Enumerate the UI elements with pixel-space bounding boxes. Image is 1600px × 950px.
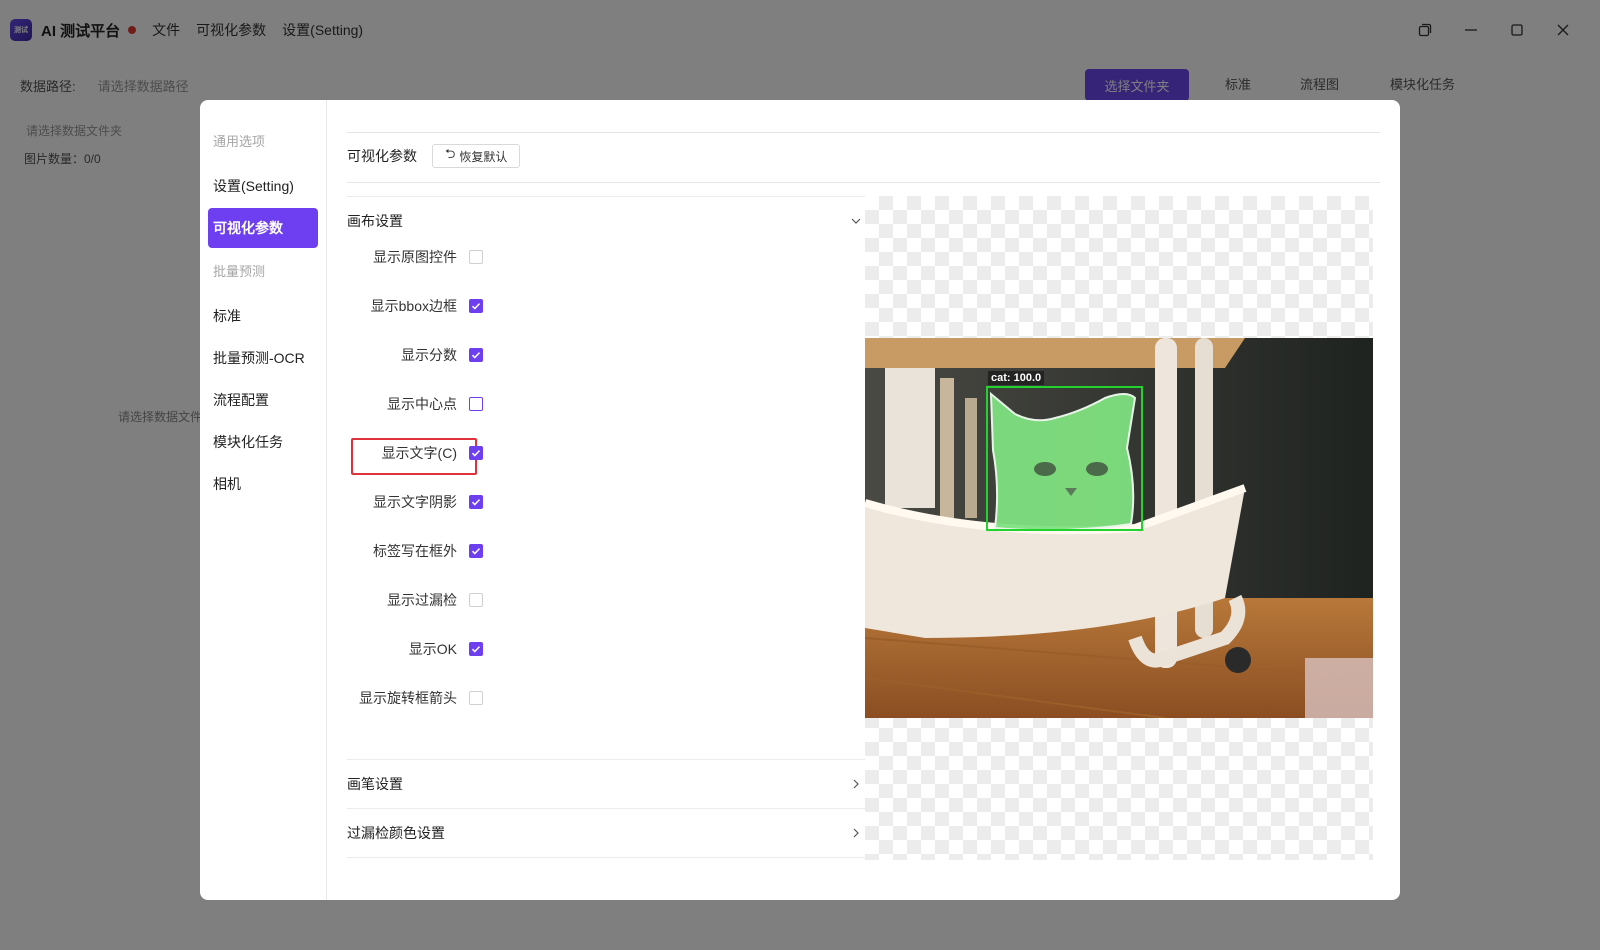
settings-content: 可视化参数 ⮌ 恢复默认 画布设置 显示原图控件 显示bbox边框 显示分数 显… xyxy=(327,100,1400,900)
visual-params-header: 可视化参数 ⮌ 恢复默认 xyxy=(347,144,521,168)
sidebar-item-standard[interactable]: 标准 xyxy=(208,296,318,336)
option-label: 显示分数 xyxy=(401,347,457,363)
option-row-show-ok: 显示OK xyxy=(347,637,483,661)
check-icon xyxy=(471,499,481,506)
checkbox-show-ok[interactable] xyxy=(469,642,483,656)
sidebar-group-batch: 批量预测 xyxy=(213,264,266,279)
preview-canvas[interactable]: cat: 100.0 xyxy=(863,196,1374,860)
divider xyxy=(347,132,1380,133)
option-label: 显示原图控件 xyxy=(373,249,457,265)
option-label: 显示文字(C) xyxy=(381,445,457,461)
sidebar-item-modular-task[interactable]: 模块化任务 xyxy=(208,422,318,462)
option-label: 显示中心点 xyxy=(387,396,457,412)
divider xyxy=(347,182,1380,183)
option-row-rotate-arrow: 显示旋转框箭头 xyxy=(347,686,483,710)
option-label: 显示文字阴影 xyxy=(373,494,457,510)
checkbox-show-original[interactable] xyxy=(469,250,483,264)
detection-bbox: cat: 100.0 xyxy=(986,371,1143,531)
section-canvas-title: 画布设置 xyxy=(347,213,403,229)
checkbox-show-text[interactable] xyxy=(469,446,483,460)
chevron-right-icon xyxy=(853,828,859,838)
section-miss-color-header[interactable]: 过漏检颜色设置 xyxy=(347,809,865,857)
option-row-show-miss: 显示过漏检 xyxy=(347,588,483,612)
option-row-label-outside: 标签写在框外 xyxy=(347,539,483,563)
option-label: 显示OK xyxy=(408,641,457,657)
section-pen-header[interactable]: 画笔设置 xyxy=(347,760,865,808)
reset-default-button[interactable]: ⮌ 恢复默认 xyxy=(432,144,521,168)
settings-sidebar: 通用选项 设置(Setting) 可视化参数 批量预测 标准 批量预测-OCR … xyxy=(200,100,327,900)
option-row-show-original: 显示原图控件 xyxy=(347,245,483,269)
option-label: 标签写在框外 xyxy=(373,543,457,559)
settings-panel: 画布设置 显示原图控件 显示bbox边框 显示分数 显示中心点 显示文字(C) … xyxy=(347,196,865,896)
checkbox-show-score[interactable] xyxy=(469,348,483,362)
preview-image: cat: 100.0 xyxy=(863,338,1374,719)
check-icon xyxy=(471,303,481,310)
sidebar-item-camera[interactable]: 相机 xyxy=(208,464,318,504)
option-label: 显示旋转框箭头 xyxy=(359,690,457,706)
page-title: 可视化参数 xyxy=(347,148,417,164)
check-icon xyxy=(471,450,481,457)
checkbox-show-center[interactable] xyxy=(469,397,483,411)
sidebar-group-general: 通用选项 xyxy=(213,134,266,149)
checkbox-text-shadow[interactable] xyxy=(469,495,483,509)
option-row-text-shadow: 显示文字阴影 xyxy=(347,490,483,514)
sidebar-item-visual-params[interactable]: 可视化参数 xyxy=(208,208,318,248)
option-row-show-center: 显示中心点 xyxy=(347,392,483,416)
divider xyxy=(347,857,865,858)
section-canvas-header[interactable]: 画布设置 xyxy=(347,197,865,245)
sidebar-item-flow-config[interactable]: 流程配置 xyxy=(208,380,318,420)
chevron-right-icon xyxy=(853,779,859,789)
reset-default-label: 恢复默认 xyxy=(459,149,508,164)
option-label: 显示过漏检 xyxy=(387,592,457,608)
undo-icon: ⮌ xyxy=(445,146,456,161)
section-miss-color-title: 过漏检颜色设置 xyxy=(347,825,445,841)
checkbox-show-miss[interactable] xyxy=(469,593,483,607)
option-row-show-text: 显示文字(C) xyxy=(347,441,483,465)
canvas-options: 显示原图控件 显示bbox边框 显示分数 显示中心点 显示文字(C) 显示文字阴… xyxy=(347,245,865,759)
checkbox-label-outside[interactable] xyxy=(469,544,483,558)
check-icon xyxy=(471,646,481,653)
sidebar-item-settings[interactable]: 设置(Setting) xyxy=(208,166,318,206)
checkbox-show-bbox[interactable] xyxy=(469,299,483,313)
checkbox-rotate-arrow[interactable] xyxy=(469,691,483,705)
chevron-down-icon xyxy=(851,218,861,224)
option-label: 显示bbox边框 xyxy=(370,298,457,314)
check-icon xyxy=(471,548,481,555)
section-pen-title: 画笔设置 xyxy=(347,776,403,792)
settings-modal: 通用选项 设置(Setting) 可视化参数 批量预测 标准 批量预测-OCR … xyxy=(200,100,1400,900)
bbox-label: cat: 100.0 xyxy=(988,371,1045,385)
sidebar-item-batch-ocr[interactable]: 批量预测-OCR xyxy=(208,338,318,378)
check-icon xyxy=(471,352,481,359)
option-row-show-score: 显示分数 xyxy=(347,343,483,367)
option-row-show-bbox: 显示bbox边框 xyxy=(347,294,483,318)
